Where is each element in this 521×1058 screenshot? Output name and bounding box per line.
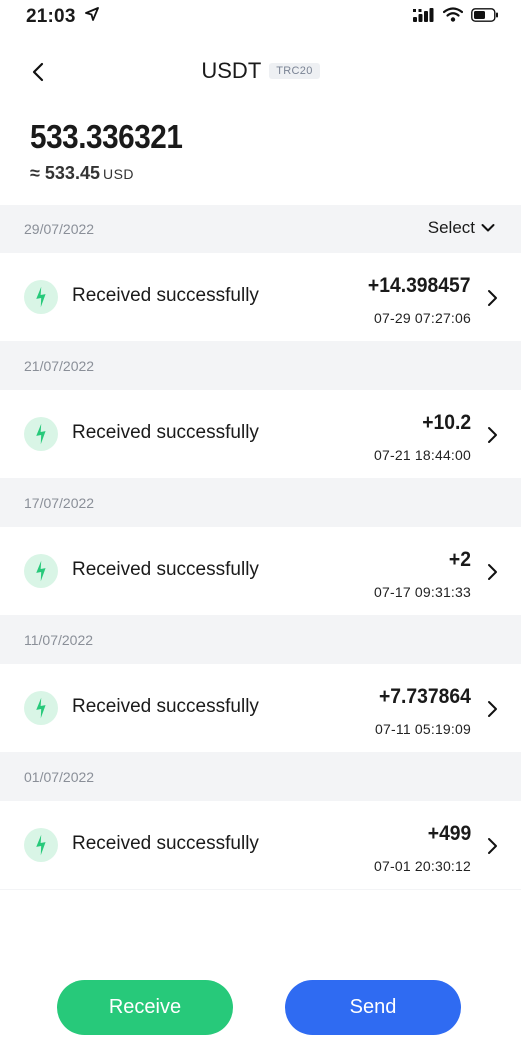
token-name: USDT — [201, 58, 262, 84]
chevron-right-icon — [488, 290, 497, 306]
date-header: 17/07/2022 — [0, 479, 521, 527]
transaction-row[interactable]: Received successfully +2 07-17 09:31:33 — [0, 527, 521, 616]
page-title: USDT TRC20 — [0, 57, 521, 84]
approx-symbol: ≈ — [30, 163, 40, 183]
date-header: 21/07/2022 — [0, 342, 521, 390]
chevron-right-icon — [488, 564, 497, 580]
date-label: 21/07/2022 — [24, 358, 95, 374]
battery-icon — [471, 7, 499, 27]
received-arrow-icon — [24, 691, 58, 725]
date-header: 01/07/2022 — [0, 753, 521, 801]
chevron-right-icon — [488, 701, 497, 717]
token-balance: 533.336321 — [30, 118, 183, 155]
chevron-down-icon — [481, 224, 495, 232]
fiat-balance: ≈ 533.45 USD — [30, 163, 134, 184]
received-arrow-icon — [24, 554, 58, 588]
date-header: 11/07/2022 — [0, 616, 521, 664]
date-label: 11/07/2022 — [24, 632, 94, 648]
clock-text: 21:03 — [26, 6, 76, 27]
date-label: 17/07/2022 — [24, 495, 95, 511]
status-time: 21:03 — [26, 5, 99, 28]
select-label: Select — [427, 218, 475, 237]
chevron-right-icon — [488, 838, 497, 854]
date-label: 01/07/2022 — [24, 769, 95, 785]
date-header: 29/07/2022 Select — [0, 205, 521, 253]
network-badge: TRC20 — [269, 63, 320, 80]
transaction-time: 07-29 07:27:06 — [374, 310, 471, 326]
transaction-row[interactable]: Received successfully +7.737864 07-11 05… — [0, 664, 521, 753]
received-arrow-icon — [24, 828, 58, 862]
date-label: 29/07/2022 — [24, 221, 95, 237]
transaction-amount: +2 — [448, 548, 471, 571]
cellular-signal-icon — [413, 7, 435, 27]
transaction-status: Received successfully — [72, 559, 259, 580]
fiat-unit: USD — [102, 166, 135, 182]
transaction-time: 07-17 09:31:33 — [374, 584, 471, 600]
chevron-right-icon — [488, 427, 497, 443]
transaction-amount: +14.398457 — [368, 274, 471, 297]
received-arrow-icon — [24, 280, 58, 314]
transaction-time: 07-01 20:30:12 — [374, 858, 471, 874]
wifi-icon — [442, 7, 464, 27]
transaction-amount: +499 — [427, 822, 471, 845]
status-bar: 21:03 — [0, 0, 521, 36]
transaction-row[interactable]: Received successfully +499 07-01 20:30:1… — [0, 801, 521, 890]
transaction-time: 07-21 18:44:00 — [374, 447, 471, 463]
transaction-status: Received successfully — [72, 285, 259, 306]
select-filter-button[interactable]: Select — [428, 218, 495, 238]
transaction-status: Received successfully — [72, 833, 259, 854]
transaction-time: 07-11 05:19:09 — [375, 721, 471, 737]
send-button[interactable]: Send — [285, 980, 461, 1035]
receive-button[interactable]: Receive — [57, 980, 233, 1035]
transaction-row[interactable]: Received successfully +14.398457 07-29 0… — [0, 253, 521, 342]
transaction-amount: +7.737864 — [379, 685, 471, 708]
transaction-amount: +10.2 — [422, 411, 471, 434]
nav-bar: USDT TRC20 — [0, 52, 521, 92]
transaction-status: Received successfully — [72, 696, 259, 717]
fiat-value: 533.45 — [44, 163, 100, 183]
status-icons — [413, 7, 499, 27]
location-arrow-icon — [85, 5, 99, 27]
transaction-row[interactable]: Received successfully +10.2 07-21 18:44:… — [0, 390, 521, 479]
transaction-list: 29/07/2022 Select Received successfully … — [0, 205, 521, 890]
transaction-status: Received successfully — [72, 422, 259, 443]
received-arrow-icon — [24, 417, 58, 451]
